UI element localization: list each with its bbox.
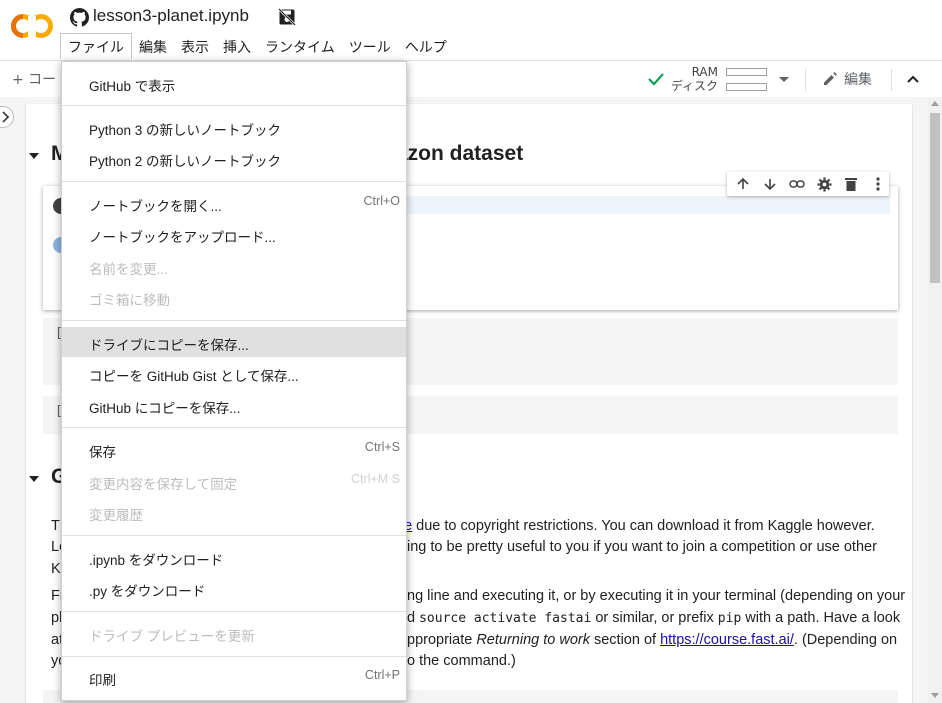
header-bar: lesson3-planet.ipynb ファイル 編集 表示 挿入 ランタイム…: [0, 0, 942, 60]
section-collapse-icon[interactable]: [29, 476, 39, 482]
ram-label: RAM: [691, 65, 718, 79]
github-icon[interactable]: [70, 8, 89, 27]
menu-item-download-ipynb[interactable]: .ipynb をダウンロード: [62, 542, 406, 572]
menu-item-save[interactable]: 保存 Ctrl+S: [62, 434, 406, 464]
course-link[interactable]: https://course.fast.ai/: [660, 632, 794, 648]
vertical-scrollbar[interactable]: [928, 97, 942, 703]
section-heading-visible: azon dataset: [396, 142, 524, 165]
menu-tools[interactable]: ツール: [342, 33, 398, 59]
edit-button[interactable]: 編集: [822, 69, 872, 89]
toolbar-divider: [805, 69, 806, 91]
menu-item-open-notebook[interactable]: ノートブックを開く... Ctrl+O: [62, 188, 406, 218]
file-menu-dropdown: GitHub で表示 Python 3 の新しいノートブック Python 2 …: [61, 61, 407, 701]
md-line: o the command.): [407, 653, 516, 669]
menu-runtime[interactable]: ランタイム: [258, 33, 342, 59]
menu-item-download-py[interactable]: .py をダウンロード: [62, 573, 406, 603]
md-line: ng line and executing it, or by executin…: [407, 588, 906, 604]
menu-divider: [62, 535, 406, 536]
menu-file[interactable]: ファイル: [60, 33, 132, 59]
ram-usage-bar[interactable]: [726, 68, 767, 76]
md-line: ing to be pretty useful to you if you wa…: [407, 539, 877, 555]
gear-icon[interactable]: [814, 174, 834, 194]
inline-code: pip: [717, 611, 742, 626]
menu-view[interactable]: 表示: [174, 33, 216, 59]
menu-divider: [62, 181, 406, 182]
menu-item-new-python2[interactable]: Python 2 の新しいノートブック: [62, 143, 406, 173]
disk-label: ディスク: [670, 79, 718, 93]
menu-item-move-to-trash: ゴミ箱に移動: [89, 293, 170, 308]
menu-item-save-copy-drive[interactable]: ドライブにコピーを保存...: [62, 327, 406, 357]
disk-usage-bar[interactable]: [726, 83, 767, 91]
sidebar-toggle-button[interactable]: [0, 106, 14, 128]
menu-item-print[interactable]: 印刷 Ctrl+P: [62, 662, 406, 692]
menu-divider: [62, 320, 406, 321]
section-collapse-icon[interactable]: [29, 153, 39, 159]
toolbar-divider: [891, 69, 892, 91]
menu-divider: [62, 656, 406, 657]
scroll-thumb[interactable]: [930, 113, 940, 283]
md-line-prefix: T: [51, 518, 60, 534]
more-vert-icon[interactable]: [868, 174, 888, 194]
menu-item-rename: 名前を変更...: [89, 262, 168, 277]
runtime-dropdown-icon[interactable]: [779, 77, 789, 82]
resource-labels[interactable]: RAM ディスク: [668, 65, 718, 93]
pencil-icon: [824, 72, 837, 85]
move-down-icon[interactable]: [760, 174, 780, 194]
scroll-up-icon[interactable]: [931, 101, 939, 106]
scroll-down-icon[interactable]: [931, 693, 939, 698]
menu-item-revision-history: 変更履歴: [89, 508, 143, 523]
cell-toolbar: [727, 172, 889, 196]
menu-item-save-and-pin: 変更内容を保存して固定 Ctrl+M S: [89, 472, 400, 492]
menu-item-save-copy-gist[interactable]: コピーを GitHub Gist として保存...: [62, 358, 406, 388]
edit-label: 編集: [844, 72, 872, 88]
menu-divider: [62, 611, 406, 612]
notebook-title[interactable]: lesson3-planet.ipynb: [93, 6, 249, 26]
save-disabled-icon: [278, 8, 296, 26]
md-line: d source activate fastai or similar, or …: [407, 610, 901, 626]
menu-bar: ファイル 編集 表示 挿入 ランタイム ツール ヘルプ: [60, 33, 454, 59]
trash-icon[interactable]: [841, 174, 861, 194]
menu-help[interactable]: ヘルプ: [398, 33, 454, 59]
menu-item-view-on-github[interactable]: GitHub で表示: [62, 68, 406, 98]
connected-check-icon: [648, 73, 664, 86]
md-line-prefix: K: [51, 561, 61, 577]
md-line: ge due to copyright restrictions. You ca…: [396, 518, 875, 534]
colab-logo-icon[interactable]: [10, 12, 54, 40]
menu-edit[interactable]: 編集: [132, 33, 174, 59]
add-code-button[interactable]: + コー: [12, 69, 56, 89]
menu-divider: [62, 427, 406, 428]
menu-item-save-copy-github[interactable]: GitHub にコピーを保存...: [62, 390, 406, 420]
menu-item-new-python3[interactable]: Python 3 の新しいノートブック: [62, 112, 406, 142]
menu-divider: [62, 105, 406, 106]
menu-insert[interactable]: 挿入: [216, 33, 258, 59]
menu-item-upload-notebook[interactable]: ノートブックをアップロード...: [62, 219, 406, 249]
move-up-icon[interactable]: [733, 174, 753, 194]
chevron-right-icon: [2, 111, 10, 123]
chevron-up-icon[interactable]: [905, 71, 921, 87]
inline-code: source activate fastai: [419, 611, 592, 626]
md-line: ppropriate Returning to work section of …: [407, 632, 898, 648]
link-icon[interactable]: [787, 174, 807, 194]
menu-item-update-drive-preview: ドライブ プレビューを更新: [89, 629, 255, 644]
